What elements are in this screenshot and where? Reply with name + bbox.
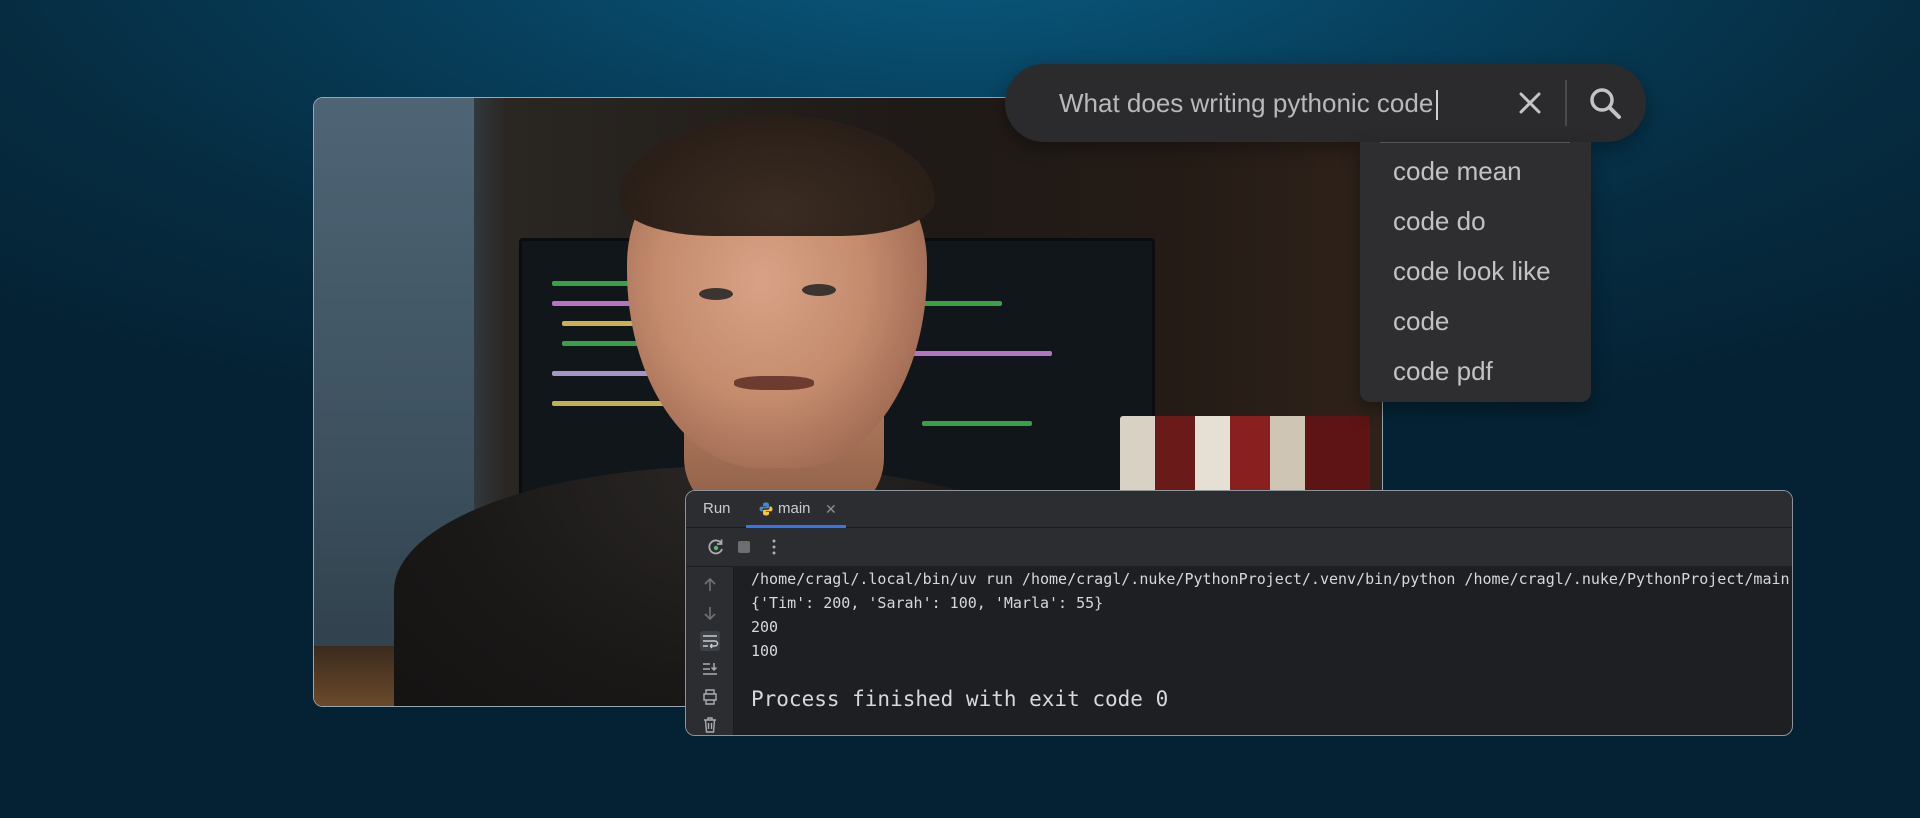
print-icon[interactable] <box>700 687 720 707</box>
run-side-toolbar <box>686 567 734 735</box>
rerun-icon[interactable] <box>706 537 726 557</box>
search-bar[interactable]: What does writing pythonic code <box>1005 64 1646 142</box>
run-toolbar <box>686 528 1792 566</box>
search-input[interactable]: What does writing pythonic code <box>1059 64 1444 142</box>
text-caret <box>1436 90 1439 121</box>
search-query: What does writing pythonic code <box>1059 88 1434 118</box>
tab-main-label: main <box>778 500 811 517</box>
python-icon <box>759 502 773 516</box>
presenter-eye-left <box>699 288 733 300</box>
console-output[interactable]: /home/cragl/.local/bin/uv run /home/crag… <box>751 567 1792 735</box>
console-exit-message: Process finished with exit code 0 <box>751 687 1169 711</box>
search-suggestions: code mean code do code look like code co… <box>1360 142 1591 402</box>
run-tab-bar: Run main ✕ <box>686 491 1792 528</box>
tab-run[interactable]: Run <box>703 491 731 527</box>
suggestion-item[interactable]: code pdf <box>1393 346 1583 396</box>
search-divider <box>1565 80 1567 126</box>
arrow-up-icon[interactable] <box>700 575 720 595</box>
close-icon[interactable]: ✕ <box>825 491 837 527</box>
trash-icon[interactable] <box>700 715 720 735</box>
more-icon[interactable] <box>764 537 784 557</box>
presenter-mouth <box>734 376 814 390</box>
suggestions-divider <box>1380 142 1570 143</box>
console-line: {'Tim': 200, 'Sarah': 100, 'Marla': 55} <box>751 594 1104 612</box>
close-icon[interactable] <box>1513 86 1547 120</box>
suggestion-item[interactable]: code mean <box>1393 146 1583 196</box>
arrow-down-icon[interactable] <box>700 603 720 623</box>
tab-main[interactable]: main ✕ <box>746 491 846 528</box>
search-icon[interactable] <box>1587 85 1623 121</box>
run-panel: Run main ✕ /home/cragl/.local/bin/uv run… <box>685 490 1793 736</box>
presenter-hair <box>619 116 935 236</box>
soft-wrap-icon[interactable] <box>700 631 720 651</box>
stop-icon[interactable] <box>734 537 754 557</box>
suggestion-item[interactable]: code do <box>1393 196 1583 246</box>
scroll-to-end-icon[interactable] <box>700 659 720 679</box>
suggestion-item[interactable]: code <box>1393 296 1583 346</box>
suggestion-item[interactable]: code look like <box>1393 246 1583 296</box>
console-command: /home/cragl/.local/bin/uv run /home/crag… <box>751 570 1793 588</box>
presenter-eye-right <box>802 284 836 296</box>
console-line: 200 <box>751 618 779 636</box>
console-line: 100 <box>751 642 779 660</box>
